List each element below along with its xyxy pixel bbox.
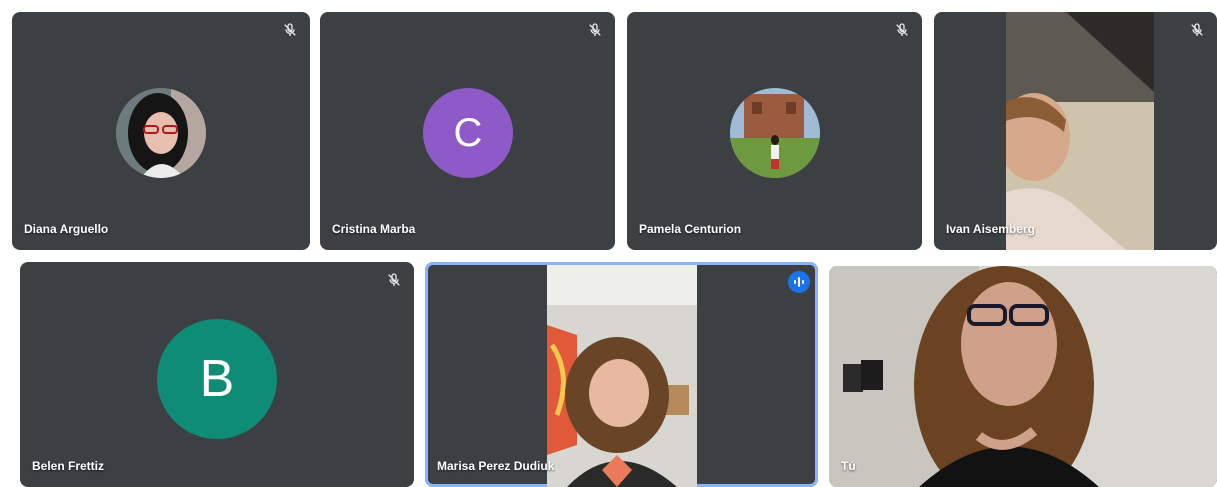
participant-initial-avatar: B [157,319,277,439]
participant-name: Pamela Centurion [639,222,742,236]
participant-video [547,265,697,487]
microphone-off-icon [589,23,601,36]
microphone-off-icon [896,23,908,36]
participant-tile-belen[interactable]: B Belen Frettiz [20,262,414,487]
participant-name: Marisa Perez Dudiuk [437,459,555,473]
microphone-off-icon [284,23,296,36]
participant-name: Ivan Aisemberg [946,222,1035,236]
participant-tile-pamela[interactable]: Pamela Centurion [627,12,922,250]
self-video [829,266,1217,487]
participant-name: Cristina Marba [332,222,416,236]
participant-tile-self[interactable]: Tú [829,266,1217,487]
participant-tile-diana[interactable]: Diana Arguello [12,12,310,250]
audio-level-icon [788,271,810,293]
microphone-off-icon [1191,23,1203,36]
participant-tile-ivan[interactable]: Ivan Aisemberg [934,12,1217,250]
participant-photo-avatar [730,88,820,178]
participant-initial-avatar: C [423,88,513,178]
microphone-off-icon [388,273,400,286]
participant-name: Tú [841,459,856,473]
participant-tile-marisa[interactable]: Marisa Perez Dudiuk [425,262,818,487]
participant-video [1006,12,1154,250]
participant-name: Diana Arguello [24,222,109,236]
participant-photo-avatar [116,88,206,178]
participant-tile-cristina[interactable]: C Cristina Marba [320,12,615,250]
participant-name: Belen Frettiz [32,459,105,473]
meeting-grid: Diana Arguello C Cristina Marba Pamela C… [0,0,1217,487]
